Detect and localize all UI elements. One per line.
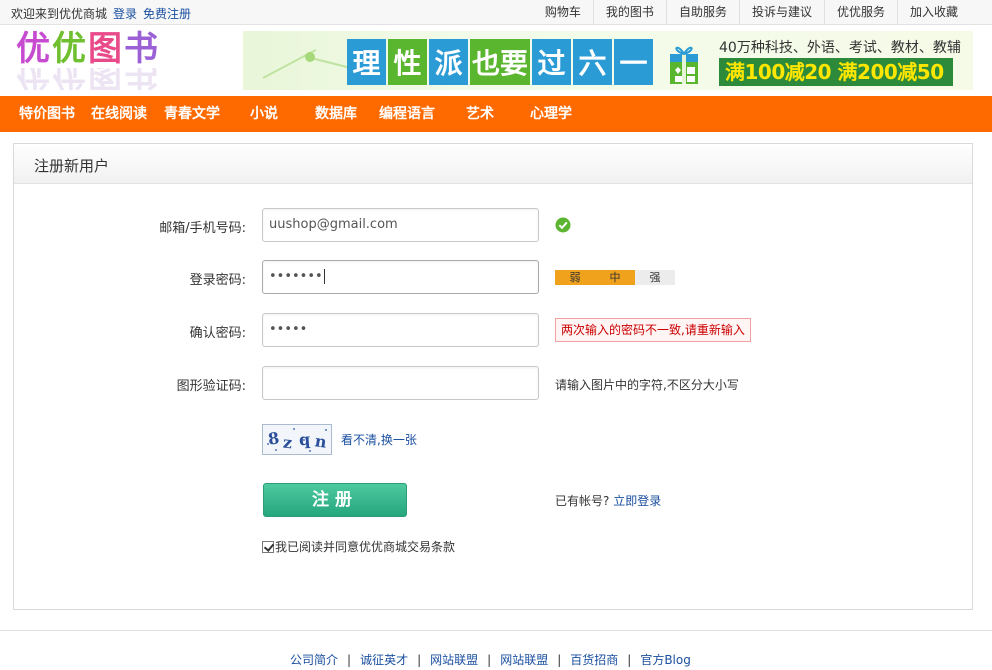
banner-tile: 过 bbox=[532, 39, 571, 85]
captcha-image[interactable]: 8 z q n bbox=[262, 424, 332, 455]
nav-item-database[interactable]: 数据库 bbox=[315, 96, 357, 132]
promo-banner[interactable]: 理 性 派 也要 过 六 一 40万种科技、外语、考试、教材、教辅 满100减2… bbox=[243, 31, 973, 90]
captcha-refresh-link[interactable]: 看不清,换一张 bbox=[341, 431, 417, 448]
main-nav: 特价图书 在线阅读 青春文学 小说 数据库 编程语言 艺术 心理学 bbox=[0, 96, 992, 132]
nav-item-psychology[interactable]: 心理学 bbox=[530, 96, 572, 132]
password-strength-meter: 弱 中 强 bbox=[555, 270, 675, 285]
text-caret bbox=[323, 269, 325, 284]
email-label: 邮箱/手机号码: bbox=[159, 221, 246, 236]
banner-promo-bottom: 满100减20 满200减50 bbox=[719, 58, 953, 86]
captcha-hint: 请输入图片中的字符,不区分大小写 bbox=[555, 378, 739, 392]
add-favorite-link[interactable]: 加入收藏 bbox=[896, 0, 970, 25]
agree-terms-label: 我已阅读并同意优优商城交易条款 bbox=[275, 540, 456, 554]
self-service-link[interactable]: 自助服务 bbox=[665, 0, 739, 25]
footer-link-careers[interactable]: 诚征英才 bbox=[360, 653, 408, 667]
footer-link-affiliate[interactable]: 网站联盟 bbox=[430, 653, 478, 667]
footer-divider bbox=[0, 630, 992, 631]
banner-tile: 也要 bbox=[470, 39, 530, 85]
page-title: 注册新用户 bbox=[34, 157, 110, 175]
password-field[interactable]: ••••••• bbox=[262, 260, 539, 294]
site-logo[interactable]: 优优图书 优优图书 bbox=[16, 30, 186, 92]
has-account-text: 已有帐号? 立即登录 bbox=[555, 494, 662, 508]
my-books-link[interactable]: 我的图书 bbox=[592, 0, 666, 25]
nav-item-art[interactable]: 艺术 bbox=[466, 96, 494, 132]
cart-link[interactable]: 购物车 bbox=[533, 0, 593, 25]
footer-link-about[interactable]: 公司简介 bbox=[290, 653, 338, 667]
confirm-error-message: 两次输入的密码不一致,请重新输入 bbox=[555, 318, 751, 342]
top-bar: 欢迎来到优优商城 登录 免费注册 购物车 我的图书 自助服务 投诉与建议 优优服务 … bbox=[0, 0, 992, 25]
banner-tile: 派 bbox=[429, 39, 468, 85]
strength-medium: 中 bbox=[595, 270, 635, 285]
nav-item-online-reading[interactable]: 在线阅读 bbox=[91, 96, 147, 132]
welcome-text: 欢迎来到优优商城 bbox=[11, 7, 108, 21]
nav-item-special-books[interactable]: 特价图书 bbox=[19, 96, 75, 132]
panel-header bbox=[14, 144, 972, 184]
footer-links: 公司简介 | 诚征英才 | 网站联盟 | 网站联盟 | 百货招商 | 官方Blog bbox=[290, 653, 691, 667]
nav-item-novels[interactable]: 小说 bbox=[250, 96, 278, 132]
banner-tile: 理 bbox=[347, 39, 386, 85]
complaints-link[interactable]: 投诉与建议 bbox=[738, 0, 824, 25]
register-button[interactable]: 注册 bbox=[263, 483, 407, 517]
banner-promo-top: 40万种科技、外语、考试、教材、教辅 bbox=[719, 40, 961, 56]
email-field[interactable]: uushop@gmail.com bbox=[262, 208, 539, 242]
gift-box-icon bbox=[670, 46, 698, 84]
top-bar-left: 欢迎来到优优商城 登录 免费注册 bbox=[11, 5, 191, 22]
banner-tile: 性 bbox=[388, 39, 427, 85]
agree-checkbox[interactable] bbox=[262, 540, 274, 553]
banner-headline: 理 性 派 也要 过 六 一 bbox=[347, 39, 655, 85]
top-bar-links: 购物车 我的图书 自助服务 投诉与建议 优优服务 加入收藏 bbox=[533, 0, 970, 25]
uu-service-link[interactable]: 优优服务 bbox=[823, 0, 897, 25]
nav-item-programming[interactable]: 编程语言 bbox=[379, 96, 435, 132]
captcha-label: 图形验证码: bbox=[176, 379, 246, 394]
logo-reflection: 优优图书 bbox=[16, 68, 160, 90]
banner-decor-dot bbox=[305, 52, 315, 62]
register-link[interactable]: 免费注册 bbox=[143, 7, 191, 21]
footer-link-affiliate-2[interactable]: 网站联盟 bbox=[500, 653, 548, 667]
register-panel: 注册新用户 邮箱/手机号码: uushop@gmail.com 登录密码: ••… bbox=[13, 143, 973, 610]
footer-link-merchants[interactable]: 百货招商 bbox=[570, 653, 618, 667]
login-link[interactable]: 登录 bbox=[113, 7, 137, 21]
strength-strong: 强 bbox=[635, 270, 675, 285]
banner-tile: 六 bbox=[573, 39, 612, 85]
login-now-link[interactable]: 立即登录 bbox=[613, 494, 661, 508]
captcha-input[interactable] bbox=[262, 366, 539, 400]
check-icon bbox=[555, 217, 571, 233]
confirm-password-field[interactable]: ••••• bbox=[262, 313, 539, 347]
password-label: 登录密码: bbox=[189, 273, 246, 288]
nav-item-youth-literature[interactable]: 青春文学 bbox=[164, 96, 220, 132]
agree-terms[interactable]: 我已阅读并同意优优商城交易条款 bbox=[262, 538, 455, 555]
logo-text: 优优图书 bbox=[16, 29, 160, 69]
strength-weak: 弱 bbox=[555, 270, 595, 285]
banner-tile: 一 bbox=[614, 39, 653, 85]
footer-link-blog[interactable]: 官方Blog bbox=[640, 653, 691, 667]
confirm-password-label: 确认密码: bbox=[189, 326, 246, 341]
